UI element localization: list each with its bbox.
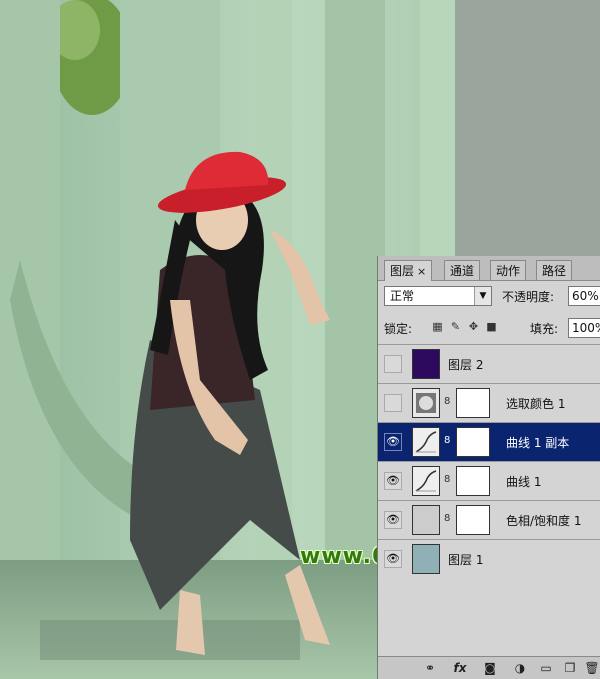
layer-name: 选取颜色 1 xyxy=(506,397,566,411)
visibility-toggle[interactable] xyxy=(384,394,402,412)
lock-paint-icon[interactable]: ✎ xyxy=(450,321,461,332)
curves-adjustment-icon xyxy=(412,466,440,496)
tab-layers[interactable]: 图层 × xyxy=(384,260,433,281)
tab-channels[interactable]: 通道 xyxy=(444,260,481,280)
panel-bottom-bar: ⚭ fx ◙ ◑ ▭ ❐ 🗑 xyxy=(378,656,600,679)
link-icon[interactable]: ⚭ xyxy=(422,660,438,676)
tab-layers-label: 图层 xyxy=(390,264,415,278)
folder-icon[interactable]: ▭ xyxy=(538,660,554,676)
fill-input[interactable]: 100% xyxy=(568,318,600,338)
lock-move-icon[interactable]: ✥ xyxy=(468,321,479,332)
layer-row-layer-2[interactable]: 图层 2 xyxy=(378,344,600,383)
link-icon[interactable]: 8 xyxy=(444,513,450,524)
mask-icon[interactable]: ◙ xyxy=(482,660,498,676)
tab-channels-label: 通道 xyxy=(450,264,475,278)
adjustment-icon[interactable]: ◑ xyxy=(512,660,528,676)
curves-adjustment-icon xyxy=(412,427,440,457)
layer-thumbnail xyxy=(412,544,440,574)
link-icon[interactable]: 8 xyxy=(444,474,450,485)
eye-icon[interactable]: 👁 xyxy=(384,550,402,568)
lock-transparent-icon[interactable]: ▦ xyxy=(432,321,443,332)
blend-mode-select[interactable]: 正常 ▼ xyxy=(384,286,492,306)
tab-actions-label: 动作 xyxy=(496,264,521,278)
layer-name: 曲线 1 副本 xyxy=(506,436,570,450)
layer-mask-thumbnail xyxy=(456,388,490,418)
layer-mask-thumbnail xyxy=(456,466,490,496)
tab-paths[interactable]: 路径 xyxy=(536,260,573,280)
layer-row-curves-copy[interactable]: 👁 8 曲线 1 副本 xyxy=(378,422,600,461)
layer-name: 色相/饱和度 1 xyxy=(506,514,582,528)
chevron-down-icon[interactable]: ▼ xyxy=(474,287,491,305)
layers-panel: 图层 × 通道 动作 路径 正常 ▼ 不透明度: 60% 锁定: ▦ ✎ ✥ ■ … xyxy=(377,256,600,679)
hue-saturation-adjustment-icon xyxy=(412,505,440,535)
close-icon[interactable]: × xyxy=(417,265,426,278)
trash-icon[interactable]: 🗑 xyxy=(584,660,600,676)
fx-icon[interactable]: fx xyxy=(452,660,468,676)
layer-thumbnail xyxy=(412,349,440,379)
layer-row-hue-saturation[interactable]: 👁 8 色相/饱和度 1 xyxy=(378,500,600,539)
visibility-toggle[interactable] xyxy=(384,355,402,373)
tab-actions[interactable]: 动作 xyxy=(490,260,527,280)
layers-list: 图层 2 8 选取颜色 1 👁 8 曲线 1 副本 👁 8 曲线 1 👁 8 色… xyxy=(378,344,600,578)
lock-row: 锁定: ▦ ✎ ✥ ■ 填充: 100% xyxy=(384,318,600,338)
eye-icon[interactable]: 👁 xyxy=(384,433,402,451)
lock-label: 锁定: xyxy=(384,322,413,336)
layer-mask-thumbnail xyxy=(456,427,490,457)
layer-mask-thumbnail xyxy=(456,505,490,535)
eye-icon[interactable]: 👁 xyxy=(384,511,402,529)
layer-name: 曲线 1 xyxy=(506,475,542,489)
selective-color-adjustment-icon xyxy=(412,388,440,418)
layer-name: 图层 2 xyxy=(448,358,484,372)
link-icon[interactable]: 8 xyxy=(444,396,450,407)
canvas-background xyxy=(455,0,600,256)
opacity-input[interactable]: 60% xyxy=(568,286,600,306)
blend-row: 正常 ▼ 不透明度: 60% xyxy=(384,286,600,308)
link-icon[interactable]: 8 xyxy=(444,435,450,446)
tab-paths-label: 路径 xyxy=(542,264,567,278)
layer-name: 图层 1 xyxy=(448,553,484,567)
layer-row-selective-color[interactable]: 8 选取颜色 1 xyxy=(378,383,600,422)
new-layer-icon[interactable]: ❐ xyxy=(562,660,578,676)
fill-label: 填充: xyxy=(530,322,559,336)
eye-icon[interactable]: 👁 xyxy=(384,472,402,490)
lock-all-icon[interactable]: ■ xyxy=(486,321,497,332)
layer-row-layer-1[interactable]: 👁 图层 1 xyxy=(378,539,600,578)
blend-mode-value: 正常 xyxy=(390,289,415,303)
panel-tabs: 图层 × 通道 动作 路径 xyxy=(378,256,600,281)
layer-row-curves[interactable]: 👁 8 曲线 1 xyxy=(378,461,600,500)
opacity-label: 不透明度: xyxy=(502,290,555,304)
